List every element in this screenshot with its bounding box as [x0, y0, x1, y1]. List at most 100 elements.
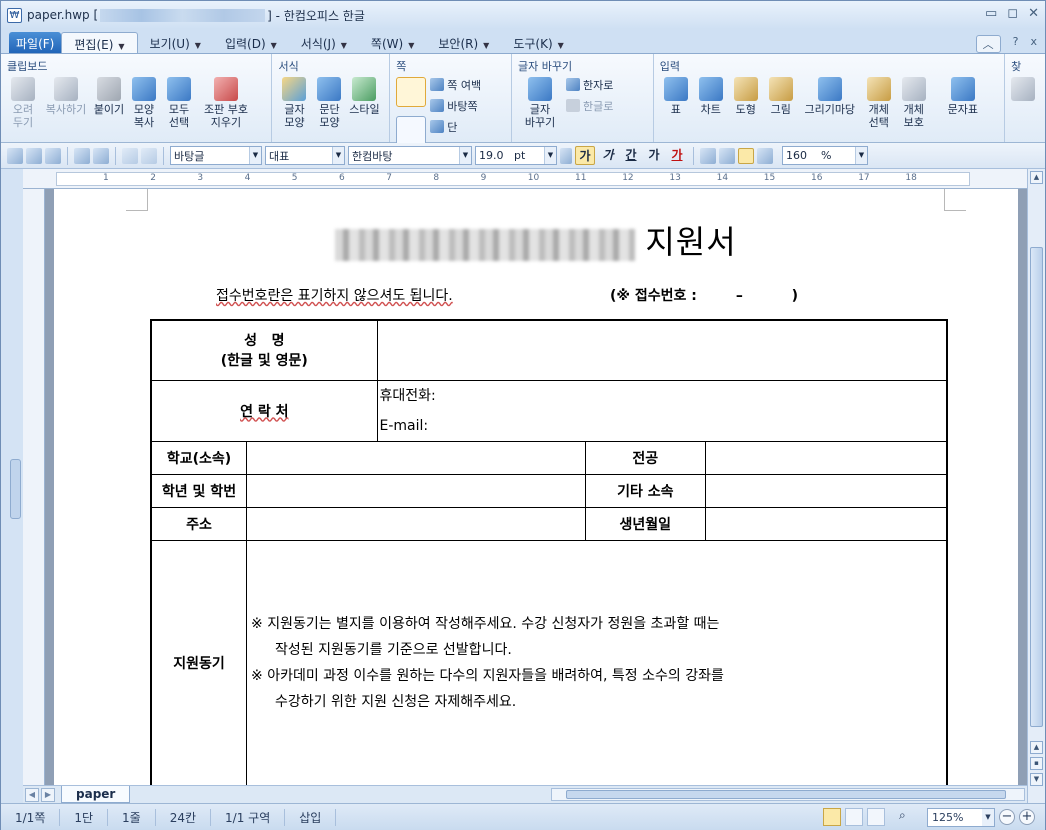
scroll-up-icon[interactable]: ▲ — [1030, 171, 1043, 184]
tab-prev-icon[interactable]: ◀ — [25, 787, 39, 802]
name-value-cell[interactable] — [376, 319, 948, 381]
preview-icon[interactable] — [93, 147, 109, 164]
italic-button[interactable]: 가 — [598, 146, 618, 165]
status-line: 1줄 — [108, 808, 156, 826]
horizontal-scrollbar[interactable] — [551, 788, 1025, 801]
document-page[interactable]: 지원서 접수번호란은 표기하지 않으셔도 됩니다. (※ 접수번호 : – ) … — [54, 189, 1018, 785]
drawing-gallery-button[interactable]: 그리기마당 — [800, 74, 860, 129]
align-right-icon[interactable] — [757, 147, 773, 164]
menu-format[interactable]: 서식(J) ▼ — [289, 32, 359, 54]
other-affiliation-value-cell[interactable] — [704, 473, 948, 508]
page-setup-icon[interactable] — [396, 77, 427, 107]
format-copy-button[interactable]: 모양 복사 — [128, 74, 160, 129]
zoom-out-icon[interactable]: − — [999, 809, 1015, 825]
scroll-thumb[interactable] — [1030, 247, 1043, 727]
font-size-field[interactable]: 19.0 pt ▼ — [475, 146, 557, 165]
table-button[interactable]: 표 — [660, 74, 692, 129]
picture-button[interactable]: 그림 — [765, 74, 797, 129]
menu-page[interactable]: 쪽(W) ▼ — [359, 32, 426, 54]
master-page-button[interactable]: 바탕쪽 — [430, 95, 481, 116]
menu-view[interactable]: 보기(U) ▼ — [138, 32, 213, 54]
save-icon[interactable] — [45, 147, 61, 164]
new-doc-icon[interactable] — [7, 147, 23, 164]
contact-value-cell[interactable]: 휴대전화: E-mail: — [376, 379, 948, 442]
zoom-icon[interactable]: ⌕ — [899, 808, 917, 826]
birthday-value-cell[interactable] — [704, 506, 948, 541]
page-layout-icon[interactable] — [396, 116, 427, 146]
open-folder-icon[interactable] — [26, 147, 42, 164]
find-icon[interactable] — [1011, 77, 1036, 101]
undo-icon[interactable] — [122, 147, 138, 164]
redo-icon[interactable] — [141, 147, 157, 164]
menu-security[interactable]: 보안(R) ▼ — [426, 32, 501, 54]
tab-next-icon[interactable]: ▶ — [41, 787, 55, 802]
align-left-icon[interactable] — [719, 147, 735, 164]
page-view-icon[interactable] — [845, 808, 863, 826]
print-icon[interactable] — [74, 147, 90, 164]
menu-edit[interactable]: 편집(E) ▼ — [61, 32, 138, 54]
style-button[interactable]: 스타일 — [348, 74, 380, 129]
font-select[interactable]: 한컴바탕 ▼ — [348, 146, 472, 165]
help-button[interactable]: ? — [1013, 35, 1019, 53]
minimize-button[interactable]: ▭ — [985, 6, 997, 21]
clear-codes-button[interactable]: 조판 부호 지우기 — [198, 74, 254, 129]
symbols-button[interactable]: 문자표 — [941, 74, 985, 129]
page-view-icon[interactable]: ▪ — [1030, 757, 1043, 770]
hscroll-thumb[interactable] — [566, 790, 1006, 799]
chevron-down-icon: ▼ — [249, 147, 261, 164]
chart-button[interactable]: 차트 — [695, 74, 727, 129]
object-protect-button[interactable]: 개체 보호 — [898, 74, 930, 129]
line-spacing-field[interactable]: 160 % ▼ — [782, 146, 868, 165]
side-panel-toggle[interactable] — [10, 459, 21, 519]
align-justify-icon[interactable] — [700, 147, 716, 164]
align-center-icon[interactable] — [738, 147, 754, 164]
zoom-in-icon[interactable]: + — [1019, 809, 1035, 825]
close-button[interactable]: ✕ — [1028, 6, 1039, 21]
status-mode[interactable]: 삽입 — [285, 808, 337, 826]
grade-value-cell[interactable] — [246, 473, 587, 508]
menu-insert[interactable]: 입력(D) ▼ — [213, 32, 289, 54]
cut-button[interactable]: 오려 두기 — [7, 74, 39, 129]
address-value-cell[interactable] — [246, 506, 587, 541]
major-value-cell[interactable] — [704, 440, 948, 475]
to-hanja-button[interactable]: 한자로 — [566, 74, 613, 95]
lock-icon — [901, 77, 926, 101]
motive-value-cell[interactable]: ※ 지원동기는 별지를 이용하여 작성해주세요. 수강 신청자가 정원을 초과할… — [246, 539, 949, 785]
ribbon-collapse-button[interactable]: ︿ — [975, 35, 1001, 53]
chevron-down-icon[interactable]: ▼ — [118, 42, 124, 51]
font-color-button[interactable]: 가 — [667, 146, 687, 165]
to-hangul-button[interactable]: 한글로 — [566, 95, 613, 116]
window-title-prefix: paper.hwp [ — [27, 8, 99, 22]
size-spinner[interactable] — [560, 147, 572, 164]
bold-button[interactable]: 가 — [575, 146, 595, 165]
shape-button[interactable]: 도형 — [730, 74, 762, 129]
zoom-select[interactable]: 125% ▼ — [927, 807, 995, 827]
select-all-button[interactable]: 모두 선택 — [163, 74, 195, 129]
language-select[interactable]: 대표 ▼ — [265, 146, 345, 165]
prev-page-icon[interactable]: ▲ — [1030, 741, 1043, 754]
para-shape-button[interactable]: 문단 모양 — [313, 74, 345, 129]
next-page-icon[interactable]: ▼ — [1030, 773, 1043, 786]
other-affiliation-label: 기타 소속 — [585, 473, 706, 508]
menu-tools[interactable]: 도구(K) ▼ — [501, 32, 575, 54]
underline-button[interactable]: 간 — [621, 146, 641, 165]
char-shape-button[interactable]: 글자 모양 — [278, 74, 310, 129]
ribbon-close-button[interactable]: x — [1030, 35, 1037, 53]
normal-view-icon[interactable] — [823, 808, 841, 826]
vertical-ruler[interactable] — [23, 189, 45, 785]
school-value-cell[interactable] — [246, 440, 587, 475]
outline-view-icon[interactable] — [867, 808, 885, 826]
horizontal-ruler[interactable]: 1 2 3 4 5 6 7 8 9 10 11 12 13 14 15 16 17 18 — [23, 169, 1027, 189]
menu-file[interactable]: 파일(F) — [9, 32, 62, 54]
columns-button[interactable]: 단 — [430, 116, 481, 137]
char-convert-button[interactable]: 글자 바꾸기 — [518, 74, 562, 129]
paste-button[interactable]: 붙이기 — [93, 74, 125, 129]
page-margin-button[interactable]: 쪽 여백 — [430, 74, 481, 95]
maximize-button[interactable]: ◻ — [1007, 6, 1018, 21]
vertical-scrollbar[interactable]: ▲ ▲ ▪ ▼ — [1027, 169, 1045, 805]
strike-button[interactable]: 가 — [644, 146, 664, 165]
copy-button[interactable]: 복사하기 — [42, 74, 90, 129]
style-select[interactable]: 바탕글 ▼ — [170, 146, 262, 165]
object-select-button[interactable]: 개체 선택 — [863, 74, 895, 129]
tab-paper[interactable]: paper — [61, 786, 131, 803]
